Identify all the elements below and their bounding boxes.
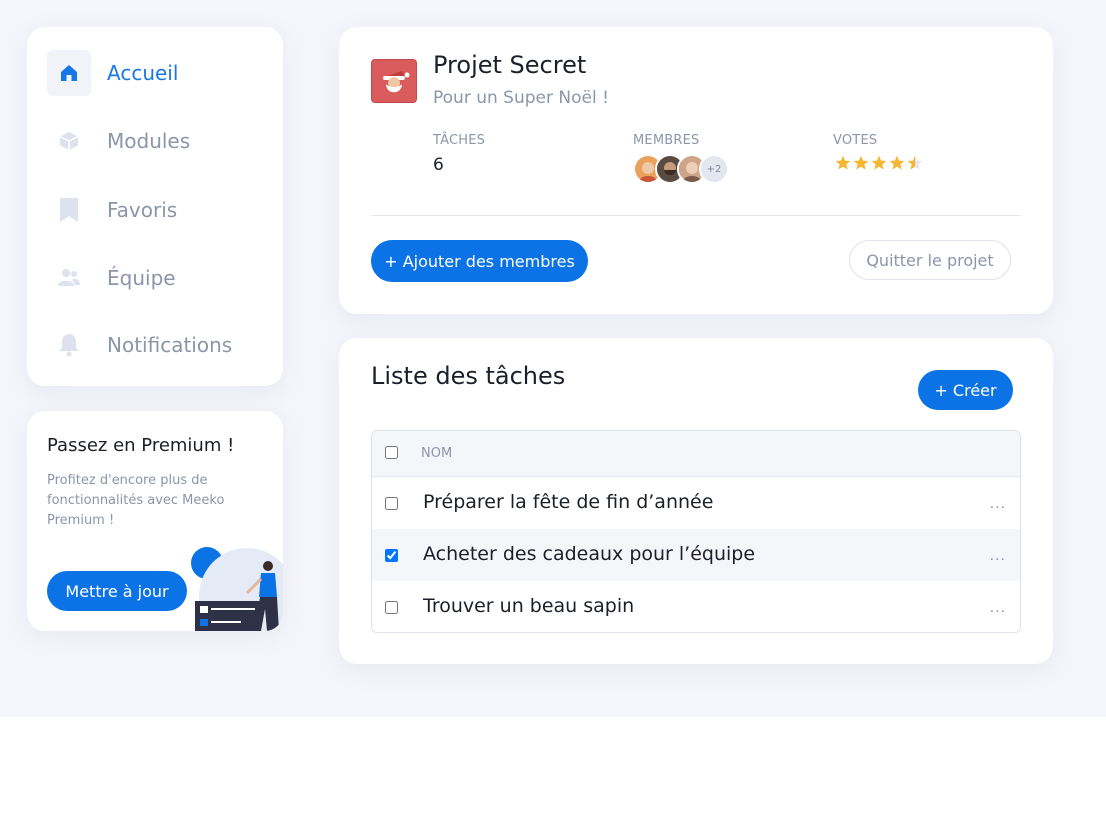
upgrade-button[interactable]: Mettre à jour (47, 571, 187, 611)
more-options-icon[interactable]: ... (990, 599, 1006, 617)
star-icon (853, 155, 869, 170)
select-all-checkbox[interactable] (385, 446, 398, 459)
premium-description: Profitez d'encore plus de fonctionnalité… (47, 473, 225, 528)
create-task-button[interactable]: + Créer (918, 370, 1013, 410)
more-options-icon[interactable]: ... (990, 495, 1006, 513)
tasks-stat-value: 6 (433, 155, 444, 175)
task-checkbox[interactable] (385, 549, 398, 562)
task-label: Trouver un beau sapin (423, 595, 635, 617)
tasks-stat-label: TÂCHES (433, 133, 486, 148)
tasks-title: Liste des tâches (371, 362, 566, 390)
table-header: NOM (372, 431, 1020, 477)
tasks-table: NOM Préparer la fête de fin d’année ... … (371, 430, 1021, 633)
sidebar-item-modules[interactable]: Modules (47, 118, 267, 164)
votes-rating (835, 155, 923, 171)
premium-illustration (191, 547, 283, 631)
cube-icon (47, 118, 91, 164)
sidebar-item-label: Équipe (107, 266, 176, 290)
sidebar-item-notifications[interactable]: Notifications (47, 322, 267, 368)
star-icon (889, 155, 905, 170)
members-avatars[interactable]: +2 (633, 154, 729, 184)
task-checkbox[interactable] (385, 601, 398, 614)
table-row[interactable]: Préparer la fête de fin d’année ... (372, 477, 1020, 529)
more-options-icon[interactable]: ... (990, 547, 1006, 565)
bell-icon (47, 322, 91, 368)
column-header-name: NOM (421, 446, 453, 461)
sidebar-item-team[interactable]: Équipe (47, 255, 267, 301)
task-label: Acheter des cadeaux pour l’équipe (423, 543, 756, 565)
sidebar-item-favorites[interactable]: Favoris (47, 187, 267, 233)
premium-title: Passez en Premium ! (47, 435, 235, 456)
project-subtitle: Pour un Super Noël ! (433, 88, 609, 108)
table-row[interactable]: Trouver un beau sapin ... (372, 581, 1020, 632)
sidebar-nav: Accueil Modules Favoris Équipe Notificat… (27, 27, 283, 386)
premium-card: Passez en Premium ! Profitez d'encore pl… (27, 411, 283, 631)
votes-stat-label: VOTES (833, 133, 878, 148)
bookmark-icon (47, 187, 91, 233)
sidebar-item-label: Accueil (107, 61, 179, 85)
quit-project-button[interactable]: Quitter le projet (849, 240, 1011, 280)
star-icon (907, 155, 923, 170)
members-stat-label: MEMBRES (633, 133, 700, 148)
santa-icon (383, 71, 410, 93)
team-icon (47, 255, 91, 301)
divider (371, 215, 1021, 216)
project-avatar (371, 59, 417, 103)
members-more-badge: +2 (699, 154, 729, 184)
add-members-button[interactable]: + Ajouter des membres (371, 240, 588, 282)
project-card: Projet Secret Pour un Super Noël ! TÂCHE… (339, 27, 1053, 314)
sidebar-item-label: Modules (107, 129, 191, 153)
task-checkbox[interactable] (385, 497, 398, 510)
star-icon (835, 155, 851, 170)
tasks-card: Liste des tâches + Créer NOM Préparer la… (339, 338, 1053, 664)
sidebar-item-label: Notifications (107, 333, 233, 357)
home-icon (47, 50, 91, 96)
project-title: Projet Secret (433, 51, 587, 79)
sidebar-item-label: Favoris (107, 198, 178, 222)
task-label: Préparer la fête de fin d’année (423, 491, 714, 513)
table-row[interactable]: Acheter des cadeaux pour l’équipe ... (372, 529, 1020, 581)
sidebar-item-home[interactable]: Accueil (47, 50, 267, 96)
star-icon (871, 155, 887, 170)
